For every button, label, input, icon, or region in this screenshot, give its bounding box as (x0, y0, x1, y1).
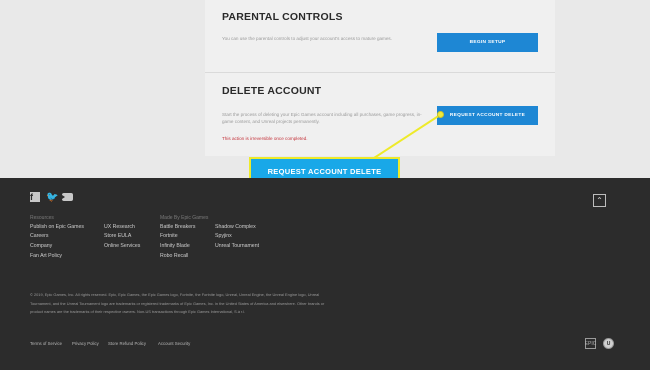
footer-link-company[interactable]: Company (30, 242, 52, 251)
footer-link-infinity-blade[interactable]: Infinity Blade (160, 242, 190, 251)
footer-link-online-services[interactable]: Online Services (104, 242, 140, 251)
twitter-icon[interactable]: 🐦 (46, 192, 58, 203)
back-to-top-button[interactable]: ⌃ (593, 194, 606, 207)
made-by-heading: Made By Epic Games (160, 215, 209, 221)
footer-link-refund[interactable]: Store Refund Policy (108, 341, 146, 346)
begin-setup-button[interactable]: BEGIN SETUP (437, 33, 538, 52)
footer-link-store-eula[interactable]: Store EULA (104, 232, 131, 241)
request-account-delete-button[interactable]: REQUEST ACCOUNT DELETE (437, 106, 538, 125)
parental-controls-title: PARENTAL CONTROLS (222, 11, 343, 23)
footer-link-account-security[interactable]: Account Security (158, 341, 190, 346)
chevron-up-icon: ⌃ (596, 196, 603, 205)
footer-link-battle-breakers[interactable]: Battle Breakers (160, 223, 195, 232)
footer-link-privacy[interactable]: Privacy Policy (72, 341, 99, 346)
footer-link-publish[interactable]: Publish on Epic Games (30, 223, 84, 232)
footer-link-fan-art-policy[interactable]: Fan Art Policy (30, 252, 62, 261)
irreversible-warning: This action is irreversible once complet… (222, 136, 308, 141)
site-footer: f 🐦 ⌃ Resources Publish on Epic Games Ca… (0, 178, 650, 370)
section-divider (205, 72, 555, 73)
footer-link-spyjinx[interactable]: Spyjinx (215, 232, 232, 241)
resources-heading: Resources (30, 215, 54, 221)
footer-link-unreal-tournament[interactable]: Unreal Tournament (215, 242, 259, 251)
delete-account-title: DELETE ACCOUNT (222, 85, 322, 97)
footer-link-robo-recall[interactable]: Robo Recall (160, 252, 188, 261)
highlight-dot (437, 111, 444, 118)
facebook-icon[interactable]: f (30, 192, 40, 202)
epic-games-logo-icon[interactable]: EPIC (585, 338, 596, 349)
footer-link-fortnite[interactable]: Fortnite (160, 232, 178, 241)
delete-account-description: Start the process of deleting your Epic … (222, 112, 422, 125)
youtube-icon[interactable] (62, 193, 73, 201)
unreal-engine-logo-icon[interactable]: U (603, 338, 614, 349)
settings-card (205, 0, 555, 156)
footer-link-shadow-complex[interactable]: Shadow Complex (215, 223, 256, 232)
legal-text: © 2019, Epic Games, Inc. All rights rese… (30, 292, 325, 315)
footer-link-careers[interactable]: Careers (30, 232, 48, 241)
footer-link-ux-research[interactable]: UX Research (104, 223, 135, 232)
parental-controls-description: You can use the parental controls to adj… (222, 36, 393, 41)
footer-link-terms[interactable]: Terms of Service (30, 341, 62, 346)
